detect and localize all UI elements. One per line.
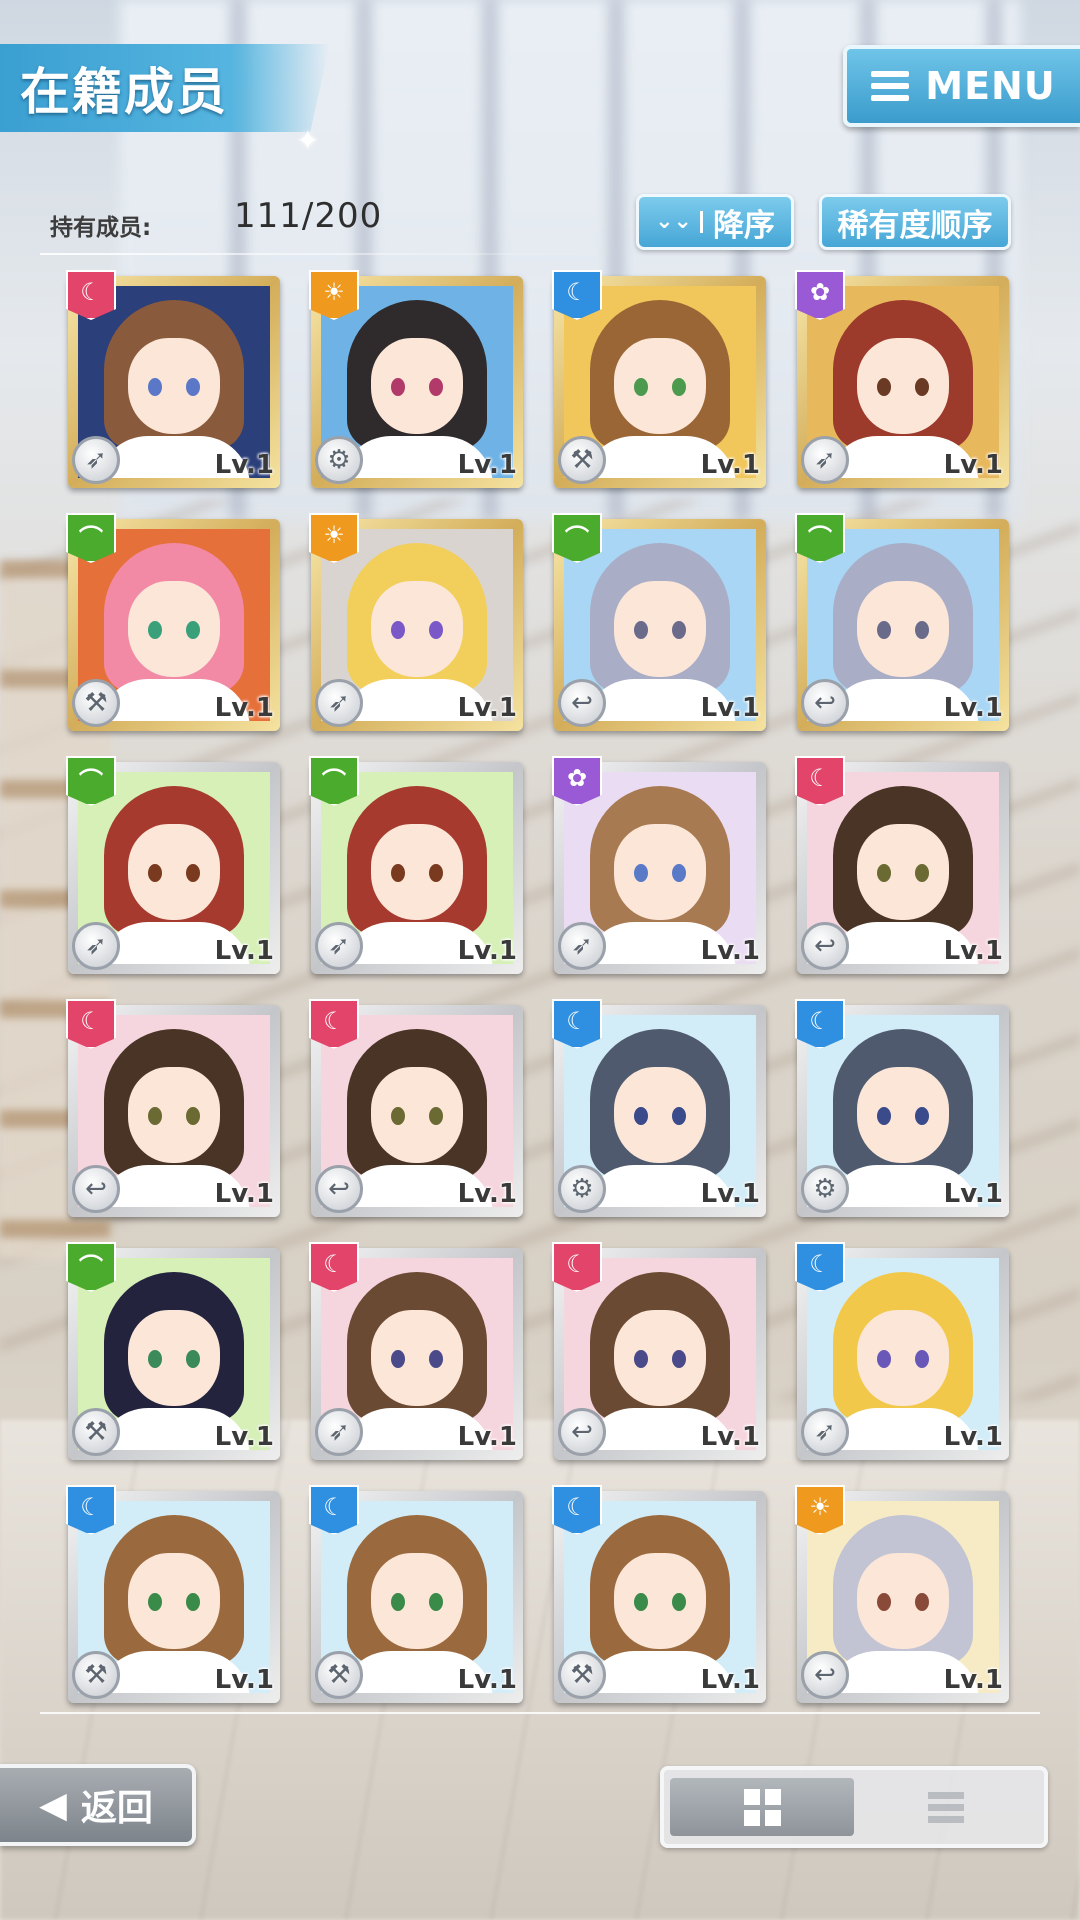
level-label: Lv.1 <box>214 1422 274 1452</box>
sort-order-label: 降序 <box>712 207 775 244</box>
member-card[interactable]: ✿ ➶ Lv.1 <box>795 270 1009 488</box>
level-label: Lv.1 <box>700 1179 760 1209</box>
sparkle-icon: ✦ <box>296 124 320 157</box>
wand-icon: ➶ <box>315 679 363 727</box>
list-view-button[interactable] <box>854 1778 1038 1836</box>
list-icon <box>928 1791 964 1823</box>
view-toggle <box>660 1766 1048 1848</box>
level-label: Lv.1 <box>457 1179 517 1209</box>
member-card[interactable]: ⌒ ⚒ Lv.1 <box>66 513 280 731</box>
level-label: Lv.1 <box>943 1422 1003 1452</box>
wand-icon: ➶ <box>315 1408 363 1456</box>
level-label: Lv.1 <box>943 693 1003 723</box>
member-card[interactable]: ☾ ↩ Lv.1 <box>552 1242 766 1460</box>
level-label: Lv.1 <box>943 936 1003 966</box>
level-label: Lv.1 <box>700 693 760 723</box>
level-label: Lv.1 <box>457 936 517 966</box>
member-card[interactable]: ☾ ➶ Lv.1 <box>795 1242 1009 1460</box>
member-card[interactable]: ☾ ↩ Lv.1 <box>309 999 523 1217</box>
hammer-icon: ⚒ <box>72 1408 120 1456</box>
hook-icon: ↩ <box>315 1165 363 1213</box>
sort-order-button[interactable]: ⌄⌄ 降序 <box>636 194 794 250</box>
level-label: Lv.1 <box>457 1665 517 1695</box>
member-card[interactable]: ⌒ ➶ Lv.1 <box>66 756 280 974</box>
level-label: Lv.1 <box>943 1179 1003 1209</box>
level-label: Lv.1 <box>700 450 760 480</box>
hammer-icon: ⚒ <box>315 1651 363 1699</box>
member-card[interactable]: ☾ ⚒ Lv.1 <box>66 1485 280 1703</box>
divider <box>40 1712 1040 1714</box>
member-card[interactable]: ✿ ➶ Lv.1 <box>552 756 766 974</box>
gear-icon: ⚙ <box>801 1165 849 1213</box>
grid-icon <box>743 1788 781 1826</box>
level-label: Lv.1 <box>943 1665 1003 1695</box>
back-label: 返回 <box>80 1788 153 1829</box>
member-count-value: 111/200 <box>234 196 383 236</box>
hammer-icon: ⚒ <box>558 1651 606 1699</box>
hammer-icon: ⚒ <box>72 679 120 727</box>
member-card[interactable]: ☾ ⚙ Lv.1 <box>795 999 1009 1217</box>
hook-icon: ↩ <box>801 1651 849 1699</box>
level-label: Lv.1 <box>214 936 274 966</box>
member-card[interactable]: ☾ ⚒ Lv.1 <box>552 1485 766 1703</box>
level-label: Lv.1 <box>457 693 517 723</box>
divider <box>40 253 620 255</box>
member-card[interactable]: ☀ ⚙ Lv.1 <box>309 270 523 488</box>
level-label: Lv.1 <box>457 1422 517 1452</box>
hammer-icon: ⚒ <box>72 1651 120 1699</box>
level-label: Lv.1 <box>943 450 1003 480</box>
wand-icon: ➶ <box>72 922 120 970</box>
menu-button[interactable]: MENU <box>843 45 1080 127</box>
member-card[interactable]: ☾ ➶ Lv.1 <box>66 270 280 488</box>
member-card[interactable]: ☀ ➶ Lv.1 <box>309 513 523 731</box>
level-label: Lv.1 <box>214 1179 274 1209</box>
hammer-icon: ⚒ <box>558 436 606 484</box>
member-card[interactable]: ⌒ ↩ Lv.1 <box>795 513 1009 731</box>
level-label: Lv.1 <box>214 450 274 480</box>
member-card[interactable]: ☾ ➶ Lv.1 <box>309 1242 523 1460</box>
member-card[interactable]: ☾ ↩ Lv.1 <box>66 999 280 1217</box>
level-label: Lv.1 <box>700 1665 760 1695</box>
hook-icon: ↩ <box>801 922 849 970</box>
level-label: Lv.1 <box>457 450 517 480</box>
sort-rarity-button[interactable]: 稀有度顺序 <box>819 194 1011 250</box>
hook-icon: ↩ <box>558 679 606 727</box>
level-label: Lv.1 <box>214 1665 274 1695</box>
grid-view-button[interactable] <box>670 1778 854 1836</box>
member-card[interactable]: ⌒ ⚒ Lv.1 <box>66 1242 280 1460</box>
member-card[interactable]: ⌒ ↩ Lv.1 <box>552 513 766 731</box>
member-card[interactable]: ☾ ⚒ Lv.1 <box>309 1485 523 1703</box>
wand-icon: ➶ <box>315 922 363 970</box>
member-card[interactable]: ☀ ↩ Lv.1 <box>795 1485 1009 1703</box>
wand-icon: ➶ <box>72 436 120 484</box>
member-card[interactable]: ⌒ ➶ Lv.1 <box>309 756 523 974</box>
wand-icon: ➶ <box>801 436 849 484</box>
level-label: Lv.1 <box>214 693 274 723</box>
double-chevron-down-icon: ⌄⌄ <box>655 211 703 233</box>
member-card[interactable]: ☾ ⚒ Lv.1 <box>552 270 766 488</box>
hamburger-icon <box>871 71 910 101</box>
gear-icon: ⚙ <box>558 1165 606 1213</box>
page-title: 在籍成员 <box>20 63 228 121</box>
level-label: Lv.1 <box>700 1422 760 1452</box>
menu-label: MENU <box>925 64 1056 108</box>
hook-icon: ↩ <box>801 679 849 727</box>
member-grid: ☾ ➶ Lv.1 ☀ ⚙ Lv.1 ☾ ⚒ Lv.1 ✿ ➶ Lv.1 ⌒ ⚒ Lv.1 ☀ ➶ Lv.1 ⌒ ↩ Lv… <box>66 270 1009 1703</box>
title-banner: 在籍成员 <box>0 44 330 132</box>
gear-icon: ⚙ <box>315 436 363 484</box>
level-label: Lv.1 <box>700 936 760 966</box>
hook-icon: ↩ <box>558 1408 606 1456</box>
wand-icon: ➶ <box>558 922 606 970</box>
back-arrow-icon: ◀ <box>39 1784 67 1826</box>
wand-icon: ➶ <box>801 1408 849 1456</box>
hook-icon: ↩ <box>72 1165 120 1213</box>
member-card[interactable]: ☾ ↩ Lv.1 <box>795 756 1009 974</box>
back-button[interactable]: ◀ 返回 <box>0 1764 196 1846</box>
member-count-label: 持有成员: <box>50 215 152 241</box>
sort-rarity-label: 稀有度顺序 <box>837 207 993 244</box>
member-card[interactable]: ☾ ⚙ Lv.1 <box>552 999 766 1217</box>
